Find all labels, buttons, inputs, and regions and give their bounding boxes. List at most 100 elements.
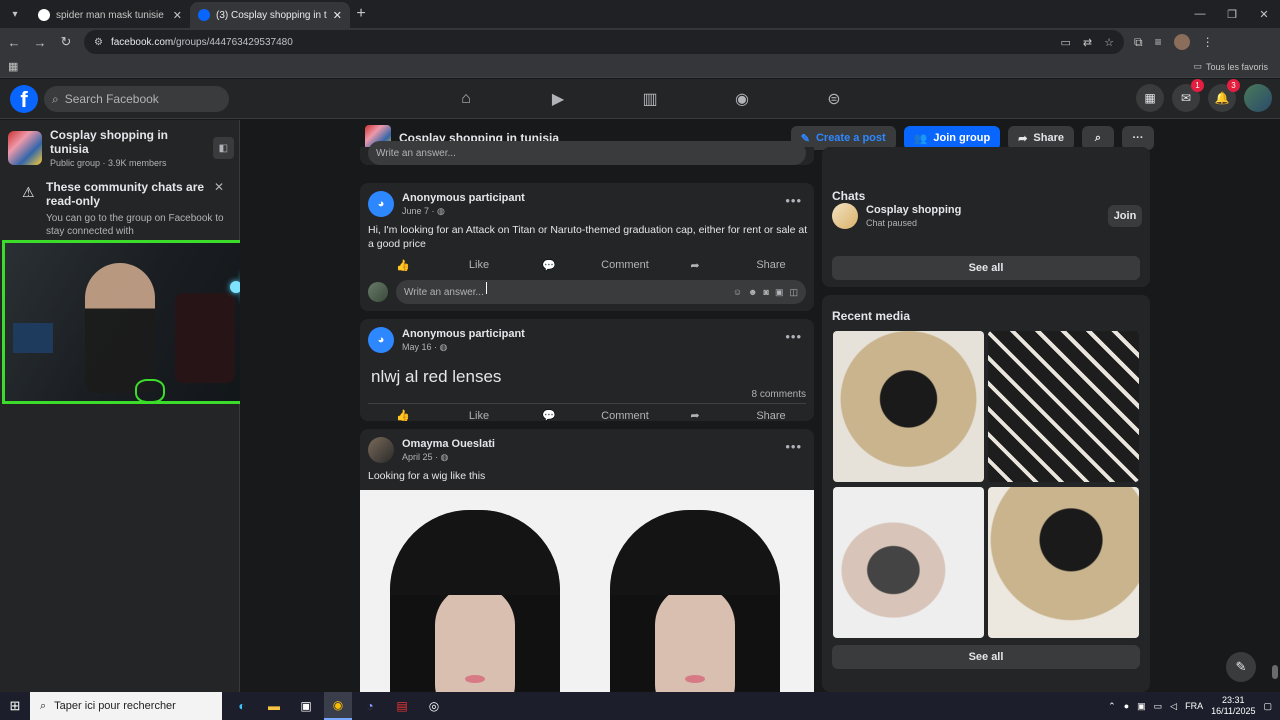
collapse-sidebar-icon[interactable]: ◧ [212, 137, 234, 159]
network-icon[interactable]: ▭ [1154, 701, 1163, 712]
answer-input[interactable]: Write an answer... [368, 141, 806, 165]
share-button[interactable]: ➦ Share [660, 404, 806, 427]
volume-icon[interactable]: ◁ [1170, 701, 1177, 712]
video-nav-icon[interactable]: ▶ [512, 79, 604, 119]
comment-button[interactable]: 💬 Comment [514, 253, 660, 277]
tray-overflow-icon[interactable]: ⌃ [1108, 701, 1116, 712]
messenger-icon[interactable]: ✉ 1 [1172, 79, 1204, 112]
close-window-icon[interactable]: ✕ [1248, 0, 1280, 28]
post-author[interactable]: Omayma Oueslati [402, 438, 495, 450]
tab-facebook-group[interactable]: (3) Cosplay shopping in tunisia ✕ [190, 2, 350, 28]
share-icon: ➦ [690, 410, 700, 422]
close-tab-icon[interactable]: ✕ [333, 9, 342, 22]
like-button[interactable]: 👍 Like [368, 253, 514, 277]
share-icon: ➦ [1018, 132, 1028, 145]
share-button[interactable]: ➦ Share [660, 253, 806, 277]
reload-icon[interactable]: ↻ [54, 30, 78, 54]
account-avatar[interactable] [1244, 84, 1272, 112]
gif-icon[interactable]: ▣ [775, 287, 784, 298]
microphone-icon[interactable]: ● [1124, 701, 1129, 711]
post-date[interactable]: April 25 · ◍ [402, 452, 495, 463]
post-more-icon[interactable]: ••• [785, 193, 802, 208]
store-icon[interactable]: ▣ [292, 692, 320, 720]
media-thumbnail[interactable] [988, 487, 1139, 638]
comments-count[interactable]: 8 comments [752, 389, 806, 400]
all-bookmarks-folder[interactable]: ▭ Tous les favoris [1193, 61, 1268, 72]
media-thumbnail[interactable] [833, 331, 984, 482]
chat-item[interactable]: Cosplay shopping Chat paused Join [832, 203, 1142, 229]
marketplace-nav-icon[interactable]: ▥ [604, 79, 696, 119]
post-author[interactable]: Anonymous participant [402, 192, 525, 204]
chrome-menu-icon[interactable]: ⋮ [1202, 35, 1214, 49]
answer-input[interactable]: Write an answer... ☺ ☻ ◙ ▣ ◫ [396, 280, 806, 304]
media-thumbnail[interactable] [833, 487, 984, 638]
media-thumbnail[interactable] [988, 331, 1139, 482]
windows-start-icon[interactable]: ⊞ [0, 692, 30, 720]
camera-tray-icon[interactable]: ▣ [1137, 701, 1146, 712]
bookmark-star-icon[interactable]: ☆ [1104, 36, 1114, 49]
sticker-icon[interactable]: ◫ [789, 287, 798, 298]
facebook-logo[interactable]: f [10, 85, 38, 113]
recent-media-card: Recent media See all [822, 295, 1150, 692]
taskbar-search-input[interactable]: ⌕ Taper ici pour rechercher [30, 692, 222, 720]
notification-center-icon[interactable]: ▢ [1263, 701, 1272, 712]
video-editor-icon[interactable]: ▤ [388, 692, 416, 720]
discord-icon[interactable]: ◔ [356, 692, 384, 720]
tab-spiderman-search[interactable]: spider man mask tunisie prix - R ✕ [30, 2, 190, 28]
post-more-icon[interactable]: ••• [785, 439, 802, 454]
site-info-icon[interactable]: ⚙ [94, 37, 103, 48]
see-all-media-button[interactable]: See all [832, 645, 1140, 669]
forward-icon[interactable]: → [28, 30, 52, 54]
obs-icon[interactable]: ◎ [420, 692, 448, 720]
text-cursor [486, 282, 490, 294]
translate-icon[interactable]: ⇄ [1083, 36, 1092, 49]
page-scrollbar[interactable] [1270, 120, 1280, 692]
menu-grid-icon[interactable]: ▦ [1136, 84, 1164, 112]
scroll-thumb[interactable] [1272, 665, 1278, 679]
post-author[interactable]: Anonymous participant [402, 328, 525, 340]
post-image-wig[interactable] [360, 490, 814, 692]
media-controls-icon[interactable]: ≡ [1155, 35, 1162, 49]
post-fragment: Write an answer... [360, 141, 814, 165]
cast-icon[interactable]: ▭ [1061, 36, 1071, 49]
join-chat-button[interactable]: Join [1108, 205, 1142, 227]
language-indicator[interactable]: FRA [1185, 701, 1203, 711]
media-grid [833, 331, 1141, 639]
post-date[interactable]: May 16 · ◍ [402, 342, 525, 353]
notifications-icon[interactable]: 🔔 3 [1208, 79, 1240, 112]
apps-grid-icon[interactable]: ▦ [8, 60, 18, 73]
url-input[interactable]: ⚙ facebook.com/groups/444763429537480 ▭ … [84, 30, 1124, 54]
comment-button[interactable]: 💬 Comment [514, 404, 660, 427]
search-placeholder: Search Facebook [64, 92, 159, 106]
avatar-sticker-icon[interactable]: ☺ [733, 287, 742, 298]
like-button[interactable]: 👍 Like [368, 404, 514, 427]
sidebar-group-header[interactable]: Cosplay shopping in tunisia Public group… [8, 128, 234, 168]
groups-nav-icon[interactable]: ◉ [696, 79, 788, 119]
new-tab-button[interactable]: + [350, 3, 372, 25]
camera-icon[interactable]: ◙ [764, 287, 769, 298]
tab-search-button[interactable]: ▾ [4, 4, 26, 24]
chats-title: Chats [832, 189, 866, 203]
chrome-icon[interactable]: ◉ [324, 692, 352, 720]
close-notice-icon[interactable]: ✕ [214, 180, 224, 194]
minimize-icon[interactable]: — [1184, 0, 1216, 28]
post-text: nlwj al red lenses [371, 367, 502, 386]
search-input[interactable]: ⌕ Search Facebook [44, 86, 229, 112]
new-message-button[interactable]: ✎ [1226, 652, 1256, 682]
address-bar: ← → ↻ ⚙ facebook.com/groups/444763429537… [0, 28, 1280, 56]
see-all-chats-button[interactable]: See all [832, 256, 1140, 280]
edge-icon[interactable]: ◐ [228, 692, 256, 720]
profile-avatar[interactable] [1173, 34, 1190, 50]
emoji-icon[interactable]: ☻ [748, 287, 757, 298]
file-explorer-icon[interactable]: ▬ [260, 692, 288, 720]
gaming-nav-icon[interactable]: ⊜ [788, 79, 880, 119]
back-icon[interactable]: ← [2, 30, 26, 54]
home-nav-icon[interactable]: ⌂ [420, 79, 512, 119]
extensions-icon[interactable]: ⧉ [1134, 35, 1143, 50]
clock[interactable]: 23:31 16/11/2025 [1211, 695, 1255, 717]
post-date[interactable]: June 7 · ◍ [402, 206, 525, 217]
author-avatar[interactable] [368, 437, 394, 463]
post-more-icon[interactable]: ••• [785, 329, 802, 344]
close-tab-icon[interactable]: ✕ [173, 9, 182, 22]
restore-icon[interactable]: ❐ [1216, 0, 1248, 28]
